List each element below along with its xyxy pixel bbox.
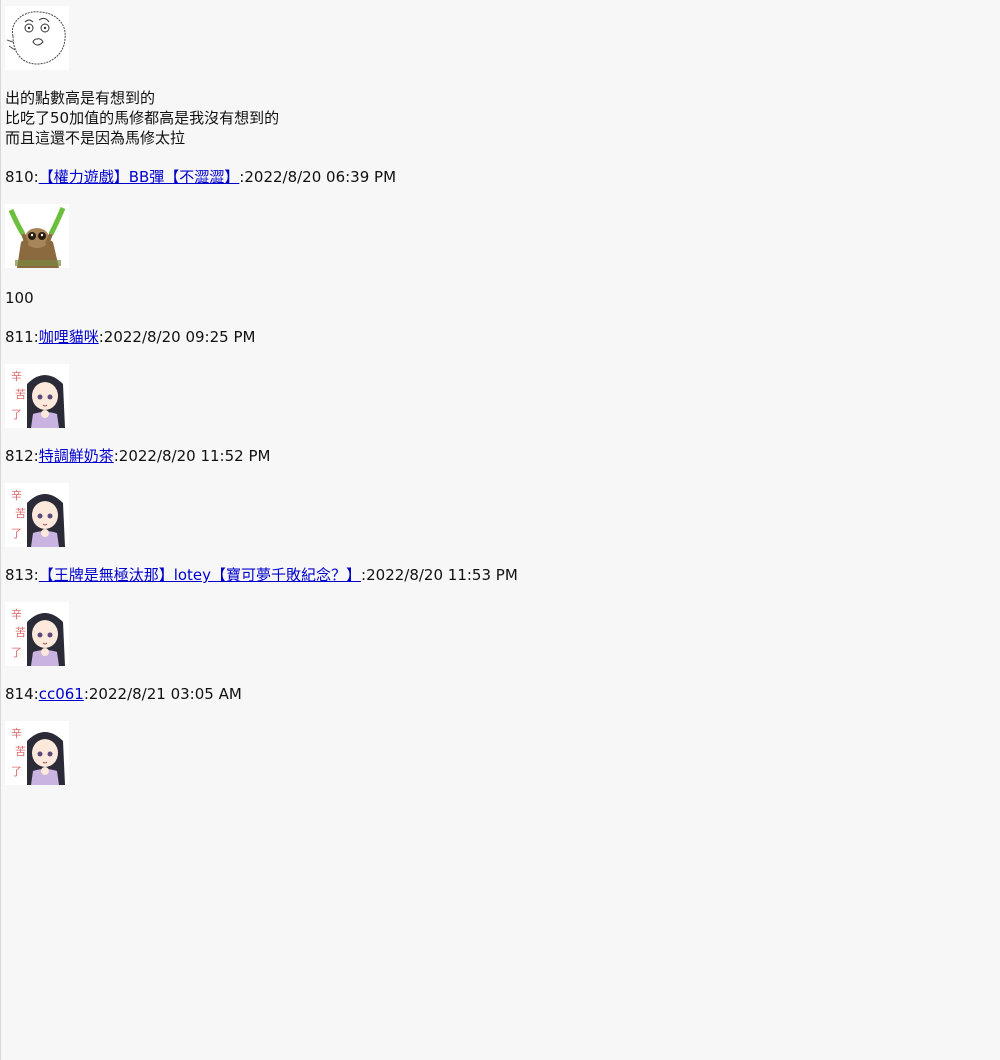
post-header: 812:特調鮮奶茶:2022/8/20 11:52 PM xyxy=(5,445,270,467)
svg-text:苦: 苦 xyxy=(15,388,26,401)
author-link[interactable]: 【權力遊戲】BB彈【不澀澀】 xyxy=(39,168,240,186)
svg-text:了: 了 xyxy=(11,408,22,421)
meme-face-sticker xyxy=(5,6,69,70)
post-timestamp: 2022/8/20 09:25 PM xyxy=(103,328,256,346)
post-header: 810:【權力遊戲】BB彈【不澀澀】:2022/8/20 06:39 PM xyxy=(5,166,396,188)
anime-girl-thanks-sticker: 辛 苦 了 xyxy=(5,364,69,428)
anime-girl-thanks-sticker: 辛 苦 了 xyxy=(5,602,69,666)
author-link[interactable]: cc061 xyxy=(39,685,84,703)
anime-girl-thanks-sticker: 辛 苦 了 xyxy=(5,483,69,547)
page: 出的點數高是有想到的 比吃了50加值的馬修都高是我沒有想到的 而且這還不是因為馬… xyxy=(0,0,1000,1060)
intro-line: 而且這還不是因為馬修太拉 xyxy=(5,129,186,147)
author-link[interactable]: 特調鮮奶茶 xyxy=(39,447,114,465)
svg-text:苦: 苦 xyxy=(15,745,26,758)
post-timestamp: 2022/8/20 11:52 PM xyxy=(118,447,271,465)
svg-text:辛: 辛 xyxy=(11,726,22,740)
svg-text:辛: 辛 xyxy=(11,369,22,383)
post-number: 813 xyxy=(5,566,34,584)
author-link[interactable]: 【王牌是無極汰那】lotey【寶可夢千敗紀念？】 xyxy=(39,566,361,584)
post-header: 814:cc061:2022/8/21 03:05 AM xyxy=(5,683,242,705)
svg-text:苦: 苦 xyxy=(15,626,26,639)
post-timestamp: 2022/8/21 03:05 AM xyxy=(88,685,242,703)
post-header: 811:咖哩貓咪:2022/8/20 09:25 PM xyxy=(5,326,255,348)
post-number: 811 xyxy=(5,328,34,346)
svg-text:了: 了 xyxy=(11,527,22,540)
post-number: 810 xyxy=(5,168,34,186)
svg-text:辛: 辛 xyxy=(11,607,22,621)
anime-girl-thanks-sticker: 辛 苦 了 xyxy=(5,721,69,785)
post-number: 814 xyxy=(5,685,34,703)
post-timestamp: 2022/8/20 11:53 PM xyxy=(366,566,518,584)
loris-holding-leaves-sticker xyxy=(5,204,69,268)
post-timestamp: 2022/8/20 06:39 PM xyxy=(244,168,397,186)
post-body: 100 xyxy=(5,289,34,307)
post-number: 812 xyxy=(5,447,34,465)
svg-text:苦: 苦 xyxy=(15,507,26,520)
svg-text:辛: 辛 xyxy=(11,488,22,502)
author-link[interactable]: 咖哩貓咪 xyxy=(39,328,99,346)
intro-line: 出的點數高是有想到的 xyxy=(5,89,156,107)
svg-text:了: 了 xyxy=(11,765,22,778)
svg-text:了: 了 xyxy=(11,646,22,659)
intro-line: 比吃了50加值的馬修都高是我沒有想到的 xyxy=(5,109,280,127)
post-header: 813:【王牌是無極汰那】lotey【寶可夢千敗紀念？】:2022/8/20 1… xyxy=(5,564,518,586)
